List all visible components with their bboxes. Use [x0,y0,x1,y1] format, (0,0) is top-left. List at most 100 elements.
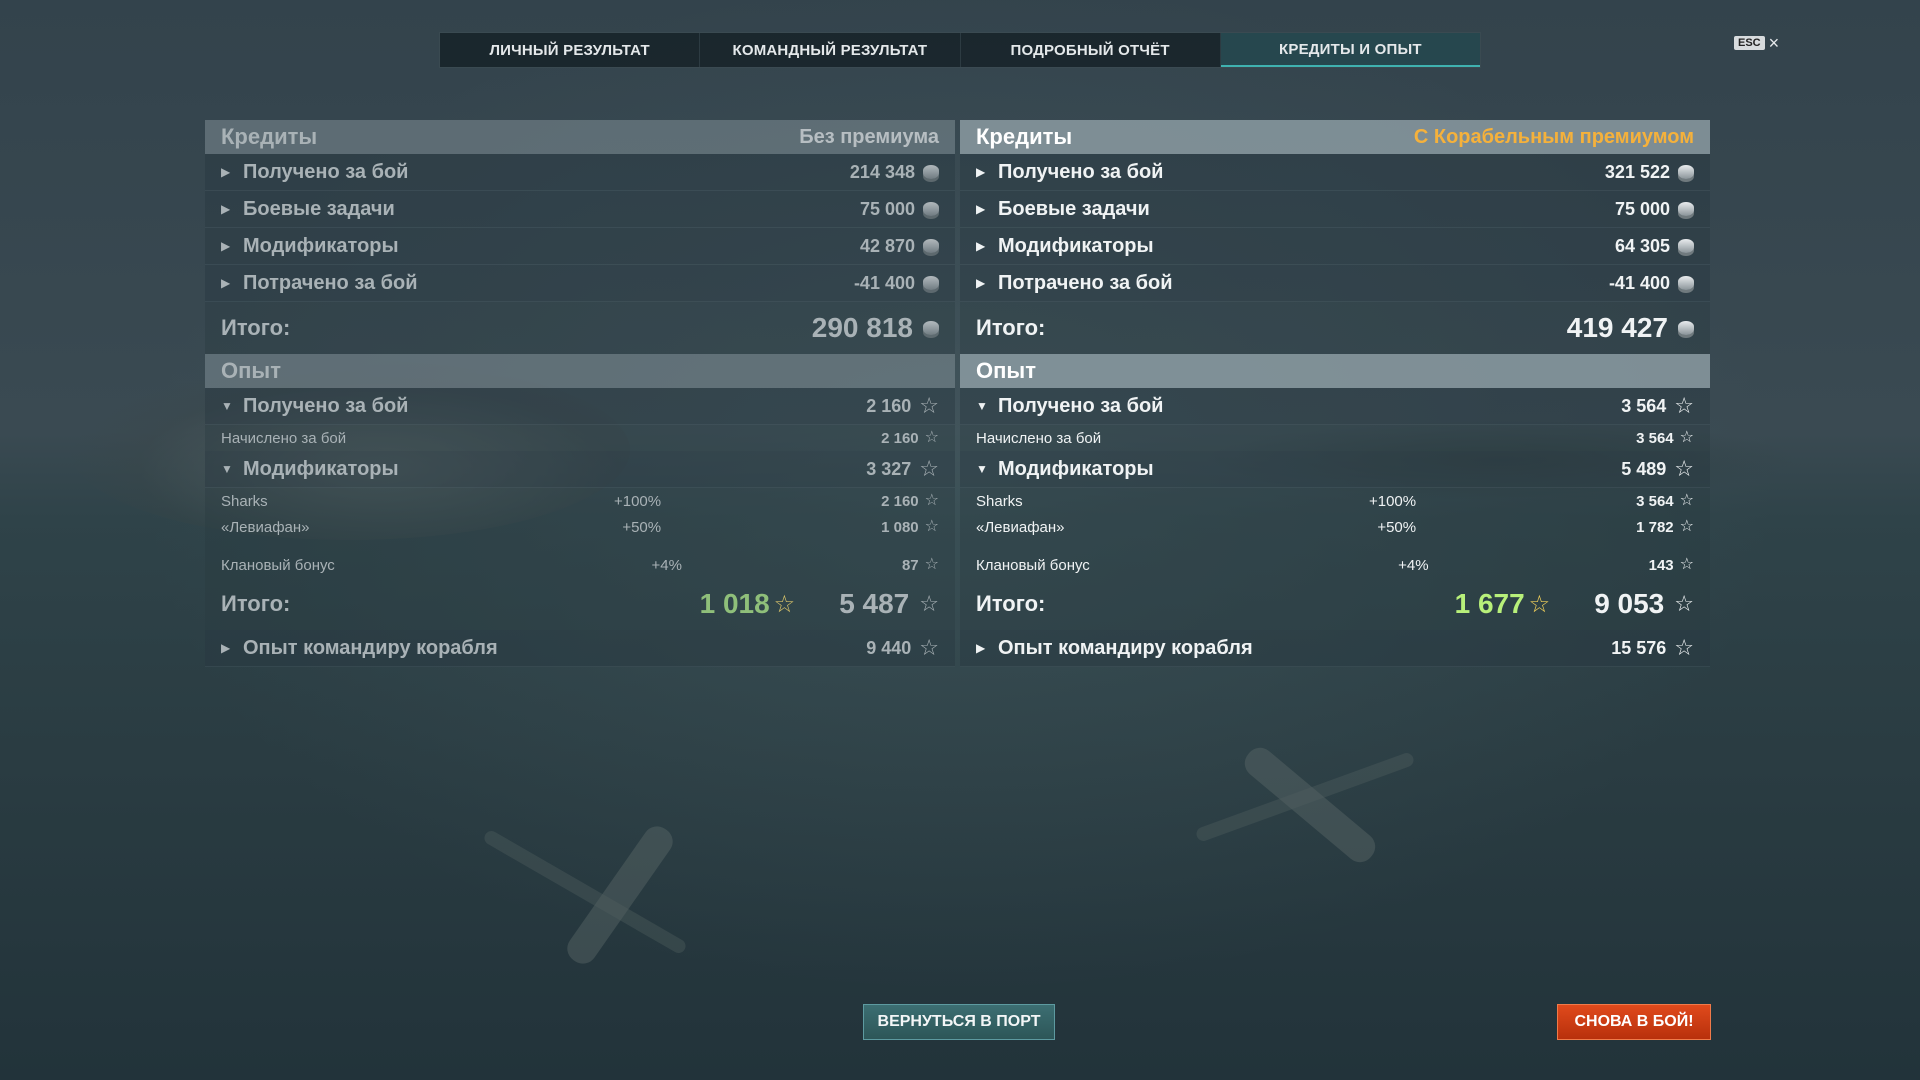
xp-row-earned[interactable]: ▼ Получено за бой 3 564 ☆ [960,388,1710,425]
xp-total: Итого: 1 677 ☆ 9 053 ☆ [960,578,1710,630]
xp-star-icon: ☆ [1674,591,1694,616]
row-value: 75 000 [859,198,915,219]
xp-star-icon: ☆ [1679,429,1694,446]
credits-row-spent[interactable]: ▶ Потрачено за бой -41 400 [960,265,1710,302]
expand-arrow-icon[interactable]: ▶ [221,276,243,290]
xp-star-icon: ☆ [924,556,939,573]
expand-arrow-icon[interactable]: ▶ [976,165,998,179]
close-button[interactable]: ESC × [1734,34,1780,52]
credits-coin-icon [1678,202,1694,216]
row-value: -41 400 [1608,272,1670,293]
modifier-percent: +50% [622,518,662,536]
collapse-arrow-icon[interactable]: ▼ [221,399,243,413]
row-value: 5 489 [1621,458,1667,479]
xp-star-icon: ☆ [1679,492,1694,509]
xp-modifier-row: «Левиафан» +50% 1 782 ☆ [960,514,1710,540]
row-value: 3 327 [866,458,912,479]
free-xp-star-icon: ☆ [773,590,796,618]
row-label: Потрачено за бой [998,271,1173,294]
commander-xp-row[interactable]: ▶ Опыт командиру корабля 15 576 ☆ [960,630,1710,667]
expand-arrow-icon[interactable]: ▶ [976,276,998,290]
tab-team-result[interactable]: КОМАНДНЫЙ РЕЗУЛЬТАТ [700,33,961,67]
row-label: Получено за бой [243,160,409,183]
expand-arrow-icon[interactable]: ▶ [221,239,243,253]
row-label: Модификаторы [243,457,399,480]
return-to-port-button[interactable]: ВЕРНУТЬСЯ В ПОРТ [863,1004,1055,1040]
xp-star-icon: ☆ [1674,635,1694,660]
row-value: 75 000 [1614,198,1670,219]
row-value: 64 305 [1614,235,1670,256]
credits-coin-icon [923,202,939,216]
row-label: Модификаторы [998,234,1154,257]
credits-row-modifiers[interactable]: ▶ Модификаторы 64 305 [960,228,1710,265]
total-label: Итого: [976,591,1046,616]
credits-coin-icon [1678,165,1694,179]
xp-header: Опыт [960,354,1710,388]
expand-arrow-icon[interactable]: ▶ [976,202,998,216]
total-label: Итого: [976,315,1046,340]
credits-header: Кредиты Без премиума [205,120,955,154]
xp-title: Опыт [221,358,281,383]
free-xp-star-icon: ☆ [1528,590,1551,618]
collapse-arrow-icon[interactable]: ▼ [976,399,998,413]
panel-without-premium: Кредиты Без премиума ▶ Получено за бой 2… [205,120,955,667]
xp-total: Итого: 1 018 ☆ 5 487 ☆ [205,578,955,630]
xp-star-icon: ☆ [1674,456,1694,481]
collapse-arrow-icon[interactable]: ▼ [976,462,998,476]
row-label: Опыт командиру корабля [998,636,1253,659]
modifier-label: «Левиафан» [976,518,1065,536]
xp-star-icon: ☆ [924,518,939,535]
account-type-label: С Корабельным премиумом [1413,125,1694,148]
expand-arrow-icon[interactable]: ▶ [221,202,243,216]
credits-title: Кредиты [976,124,1073,149]
row-value: 321 522 [1604,161,1670,182]
collapse-arrow-icon[interactable]: ▼ [221,462,243,476]
total-value: 9 053 [1594,588,1665,619]
row-value: 15 576 [1611,637,1667,658]
credits-row-earned[interactable]: ▶ Получено за бой 214 348 [205,154,955,191]
total-label: Итого: [221,591,291,616]
xp-modifier-row: Sharks +100% 3 564 ☆ [960,488,1710,514]
xp-star-icon: ☆ [919,456,939,481]
credits-total: Итого: 290 818 [205,302,955,354]
free-xp-value: 1 677 [1454,588,1525,619]
credits-row-modifiers[interactable]: ▶ Модификаторы 42 870 [205,228,955,265]
commander-xp-row[interactable]: ▶ Опыт командиру корабля 9 440 ☆ [205,630,955,667]
xp-row-modifiers[interactable]: ▼ Модификаторы 5 489 ☆ [960,451,1710,488]
credits-coin-icon [923,276,939,290]
xp-title: Опыт [976,358,1036,383]
results-tabs: ЛИЧНЫЙ РЕЗУЛЬТАТ КОМАНДНЫЙ РЕЗУЛЬТАТ ПОД… [439,32,1481,68]
row-label: Потрачено за бой [243,271,418,294]
row-label: Начислено за бой [221,429,347,447]
total-value: 419 427 [1566,312,1668,343]
credits-row-combat-missions[interactable]: ▶ Боевые задачи 75 000 [960,191,1710,228]
account-type-label: Без премиума [799,125,939,148]
xp-star-icon: ☆ [1674,393,1694,418]
xp-row-modifiers[interactable]: ▼ Модификаторы 3 327 ☆ [205,451,955,488]
row-label: Получено за бой [243,394,409,417]
xp-star-icon: ☆ [924,429,939,446]
credits-row-combat-missions[interactable]: ▶ Боевые задачи 75 000 [205,191,955,228]
tab-credits-and-xp[interactable]: КРЕДИТЫ И ОПЫТ [1220,33,1480,67]
total-label: Итого: [221,315,291,340]
expand-arrow-icon[interactable]: ▶ [976,641,998,655]
close-icon[interactable]: × [1769,34,1780,52]
spacer [960,540,1710,552]
credits-row-earned[interactable]: ▶ Получено за бой 321 522 [960,154,1710,191]
xp-clan-bonus-row: Клановый бонус +4% 87 ☆ [205,552,955,578]
expand-arrow-icon[interactable]: ▶ [221,165,243,179]
credits-row-spent[interactable]: ▶ Потрачено за бой -41 400 [205,265,955,302]
tab-personal-result[interactable]: ЛИЧНЫЙ РЕЗУЛЬТАТ [440,33,701,67]
modifier-percent: +100% [613,492,662,510]
expand-arrow-icon[interactable]: ▶ [221,641,243,655]
xp-row-earned[interactable]: ▼ Получено за бой 2 160 ☆ [205,388,955,425]
row-value: -41 400 [853,272,915,293]
free-xp-value: 1 018 [699,588,770,619]
tab-detailed-report[interactable]: ПОДРОБНЫЙ ОТЧЁТ [961,33,1221,67]
row-label: Модификаторы [998,457,1154,480]
expand-arrow-icon[interactable]: ▶ [976,239,998,253]
battle-again-button[interactable]: СНОВА В БОЙ! [1557,1004,1711,1040]
modifier-percent: +50% [1377,518,1417,536]
row-value: 2 160 [881,429,919,447]
panel-with-premium: Кредиты С Корабельным премиумом ▶ Получе… [960,120,1710,667]
